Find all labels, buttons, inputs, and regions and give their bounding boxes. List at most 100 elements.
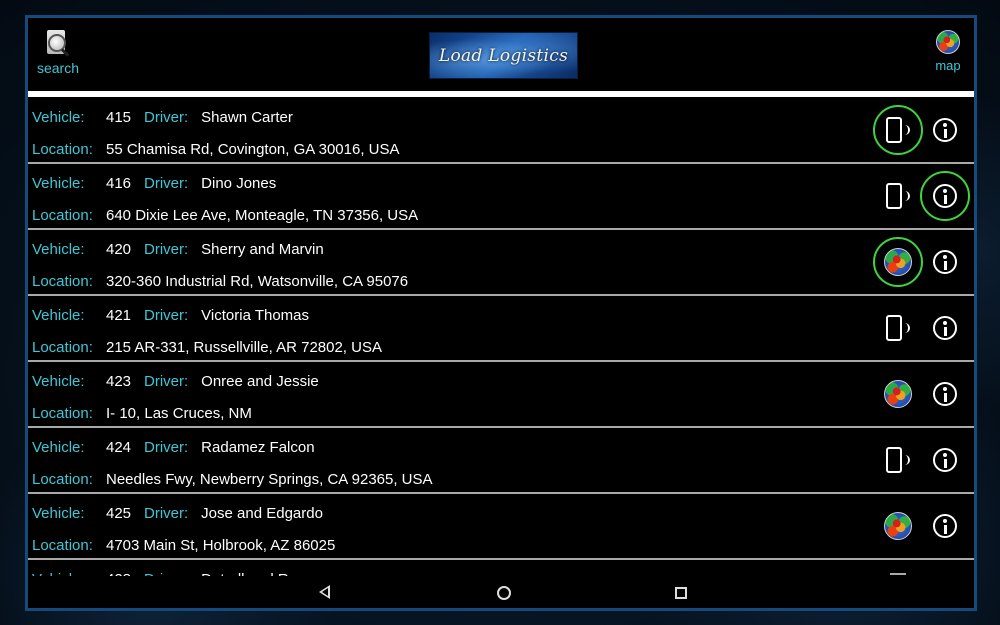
vehicle-driver-line: Vehicle: 415 Driver: Shawn Carter (32, 109, 293, 126)
map-status-button[interactable] (873, 369, 923, 419)
location-line: Location: 640 Dixie Lee Ave, Monteagle, T… (32, 207, 418, 224)
phone-signal-icon (885, 116, 911, 144)
back-icon[interactable] (316, 583, 334, 601)
search-button[interactable]: search (32, 30, 84, 80)
header-divider (28, 91, 974, 97)
info-icon (933, 250, 957, 274)
location-label: Location: (32, 273, 93, 290)
vehicle-row[interactable]: Vehicle: 421 Driver: Victoria Thomas Locat… (28, 296, 974, 362)
vehicle-number: 416 (106, 175, 132, 192)
vehicle-number: 423 (106, 373, 132, 390)
driver-label: Driver: (144, 109, 189, 126)
map-status-button[interactable] (873, 501, 923, 551)
map-button[interactable]: map (926, 30, 970, 80)
vehicle-row[interactable]: Vehicle: 425 Driver: Jose and Edgardo Loca… (28, 494, 974, 560)
vehicle-number: 421 (106, 307, 132, 324)
vehicle-driver-line: Vehicle: 424 Driver: Radamez Falcon (32, 439, 315, 456)
vehicle-driver-line: Vehicle: 423 Driver: Onree and Jessie (32, 373, 319, 390)
info-button[interactable] (920, 105, 970, 155)
driver-label: Driver: (144, 505, 189, 522)
recents-icon[interactable] (671, 583, 689, 601)
location-label: Location: (32, 537, 93, 554)
home-icon[interactable] (494, 583, 512, 601)
vehicle-driver-line: Vehicle: 425 Driver: Jose and Edgardo (32, 505, 323, 522)
vehicle-row[interactable]: Vehicle: 415 Driver: Shawn Carter Location… (28, 98, 974, 164)
location-label: Location: (32, 405, 93, 422)
info-icon (933, 514, 957, 538)
location-label: Location: (32, 207, 93, 224)
driver-label: Driver: (144, 241, 189, 258)
driver-name: Radamez Falcon (201, 439, 315, 456)
info-icon (933, 448, 957, 472)
location-address: 4703 Main St, Holbrook, AZ 86025 (106, 537, 336, 554)
vehicle-driver-line: Vehicle: 421 Driver: Victoria Thomas (32, 307, 309, 324)
driver-label: Driver: (144, 439, 189, 456)
driver-name: Jose and Edgardo (201, 505, 323, 522)
phone-signal-icon (885, 446, 911, 474)
info-icon (933, 316, 957, 340)
location-label: Location: (32, 141, 93, 158)
vehicle-number: 415 (106, 109, 132, 126)
top-bar: search Load Logistics map (28, 18, 974, 91)
driver-name: Dino Jones (201, 175, 277, 192)
location-line: Location: 215 AR-331, Russellville, AR 72… (32, 339, 382, 356)
info-icon (933, 184, 957, 208)
vehicle-number: 425 (106, 505, 132, 522)
driver-name: Sherry and Marvin (201, 241, 324, 258)
info-icon (933, 382, 957, 406)
phone-status-button[interactable] (873, 105, 923, 155)
globe-icon (936, 30, 960, 54)
search-icon (45, 30, 71, 58)
info-button[interactable] (920, 171, 970, 221)
driver-name: Victoria Thomas (201, 307, 309, 324)
globe-icon (884, 248, 912, 276)
info-button[interactable] (920, 501, 970, 551)
app-window: search Load Logistics map Vehicle: 415 Dri… (25, 15, 977, 611)
vehicle-label: Vehicle: (32, 175, 85, 192)
map-label: map (935, 58, 961, 73)
map-status-button[interactable] (873, 237, 923, 287)
location-address: 640 Dixie Lee Ave, Monteagle, TN 37356, … (106, 207, 419, 224)
app-logo: Load Logistics (429, 32, 578, 79)
phone-status-button[interactable] (873, 303, 923, 353)
vehicle-label: Vehicle: (32, 505, 85, 522)
driver-name: Onree and Jessie (201, 373, 319, 390)
phone-status-button[interactable] (873, 435, 923, 485)
driver-label: Driver: (144, 307, 189, 324)
vehicle-list[interactable]: Vehicle: 415 Driver: Shawn Carter Location… (28, 98, 974, 576)
phone-status-button[interactable] (873, 171, 923, 221)
vehicle-driver-line: Vehicle: 416 Driver: Dino Jones (32, 175, 276, 192)
status-icon-partial (890, 573, 906, 575)
info-button[interactable] (920, 237, 970, 287)
location-address: Needles Fwy, Newberry Springs, CA 92365,… (106, 471, 433, 488)
driver-name: Shawn Carter (201, 109, 293, 126)
vehicle-row[interactable]: Vehicle: 424 Driver: Radamez Falcon Locati… (28, 428, 974, 494)
vehicle-number: 424 (106, 439, 132, 456)
location-label: Location: (32, 339, 93, 356)
vehicle-label: Vehicle: (32, 439, 85, 456)
phone-signal-icon (885, 182, 911, 210)
info-button[interactable] (920, 435, 970, 485)
globe-icon (884, 380, 912, 408)
vehicle-number: 420 (106, 241, 132, 258)
info-button[interactable] (920, 303, 970, 353)
android-nav-bar (28, 576, 974, 608)
vehicle-label: Vehicle: (32, 241, 85, 258)
location-line: Location: 320-360 Industrial Rd, Watsonvi… (32, 273, 408, 290)
vehicle-row[interactable]: Vehicle: 423 Driver: Onree and Jessie Loca… (28, 362, 974, 428)
vehicle-row[interactable]: Vehicle: 420 Driver: Sherry and Marvin Loc… (28, 230, 974, 296)
vehicle-row[interactable]: Vehicle: 416 Driver: Dino Jones Location: 6… (28, 164, 974, 230)
location-address: 215 AR-331, Russellville, AR 72802, USA (106, 339, 382, 356)
info-icon (933, 118, 957, 142)
search-label: search (36, 60, 80, 76)
logo-text: Load Logistics (438, 45, 569, 66)
location-address: 320-360 Industrial Rd, Watsonville, CA 9… (106, 273, 409, 290)
location-address: 55 Chamisa Rd, Covington, GA 30016, USA (106, 141, 400, 158)
vehicle-label: Vehicle: (32, 307, 85, 324)
driver-label: Driver: (144, 373, 189, 390)
vehicle-label: Vehicle: (32, 373, 85, 390)
vehicle-row[interactable]: Vehicle:428Driver: Datrell and Roger (28, 560, 974, 576)
location-line: Location: Needles Fwy, Newberry Springs, … (32, 471, 433, 488)
info-button[interactable] (920, 369, 970, 419)
location-line: Location: 55 Chamisa Rd, Covington, GA 30… (32, 141, 400, 158)
